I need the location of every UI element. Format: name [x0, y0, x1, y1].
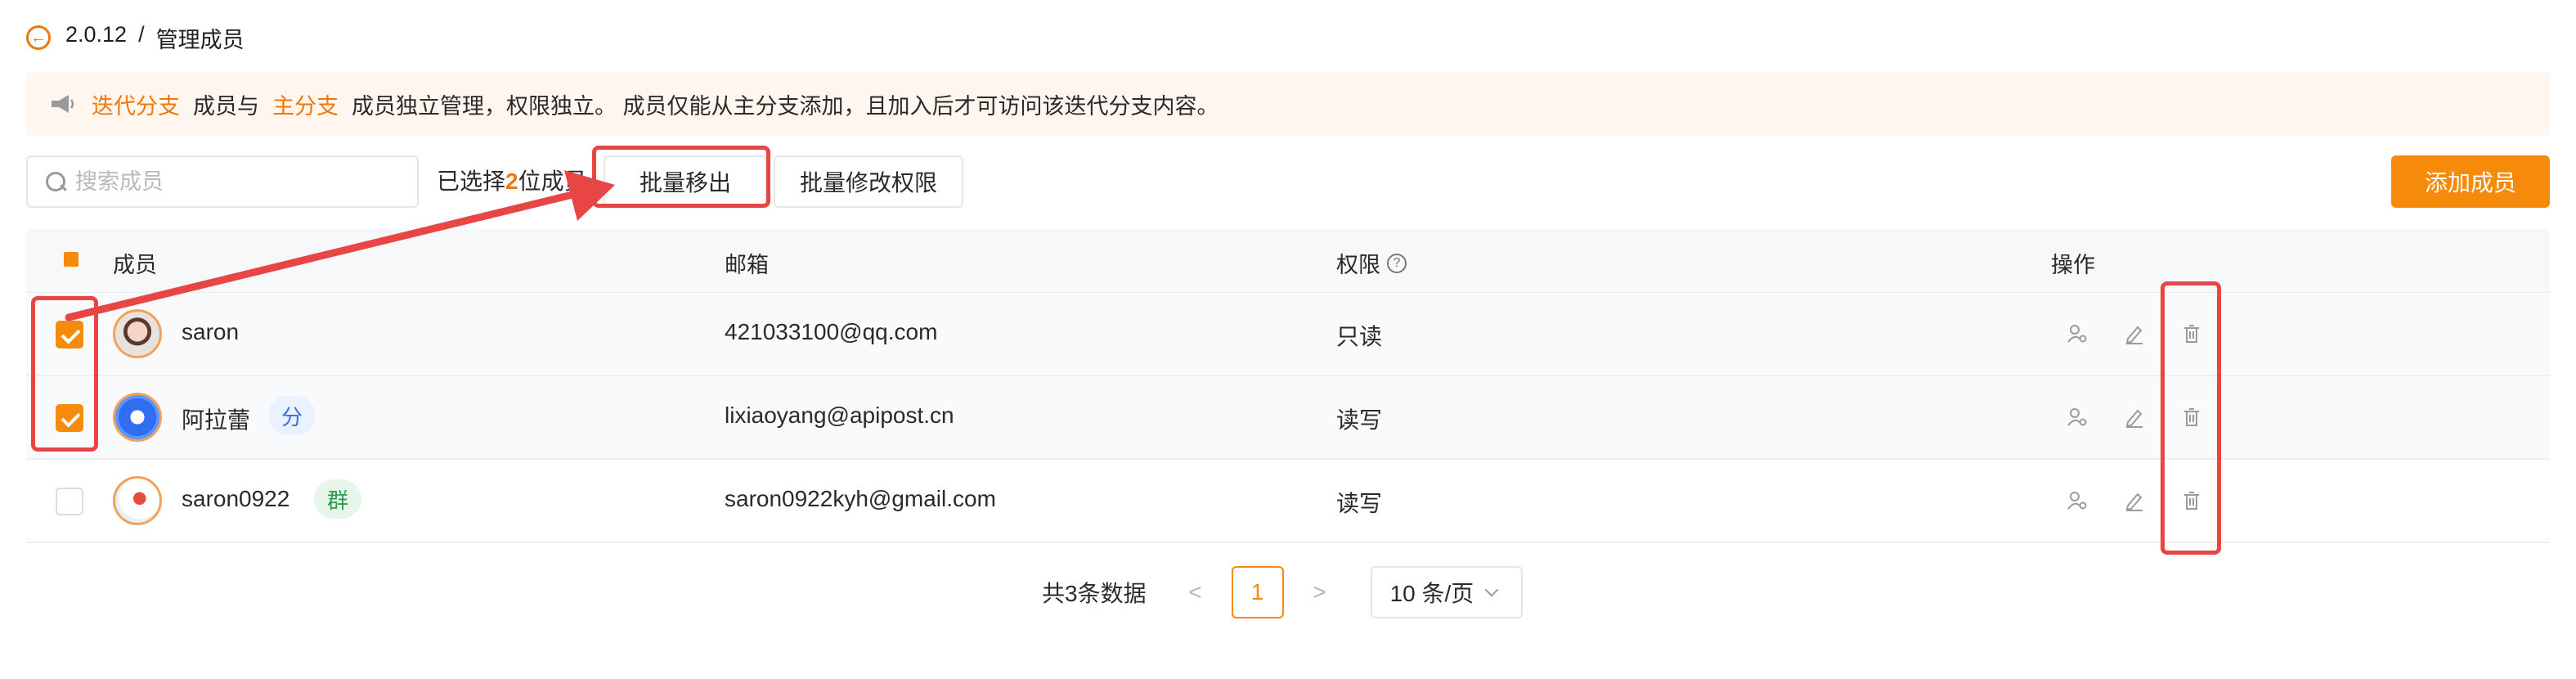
user-settings-icon[interactable] — [2066, 322, 2089, 345]
column-member: 成员 — [113, 253, 157, 277]
edit-icon[interactable] — [2123, 489, 2146, 512]
annotation-highlight-checkboxes — [31, 296, 98, 452]
member-email: lixiaoyang@apipost.cn — [725, 402, 954, 428]
edit-icon[interactable] — [2123, 322, 2146, 345]
total-count: 共3条数据 — [1042, 581, 1147, 606]
user-settings-icon[interactable] — [2066, 406, 2089, 429]
user-settings-icon[interactable] — [2066, 489, 2089, 512]
member-name: saron — [182, 319, 240, 344]
next-page-button[interactable]: > — [1302, 579, 1338, 605]
member-name: 阿拉蕾 — [182, 407, 251, 433]
notice-banner: 迭代分支 成员与 主分支 成员独立管理，权限独立。 成员仅能从主分支添加，且加入… — [26, 72, 2550, 136]
annotation-highlight-remove — [592, 146, 770, 208]
selection-prefix: 已选择 — [437, 169, 506, 194]
chevron-down-icon — [1484, 582, 1499, 597]
pagination: 共3条数据 < 1 > 10 条/页 — [1042, 566, 1523, 618]
notice-text-2: 成员独立管理，权限独立。 成员仅能从主分支添加，且加入后才可访问该迭代分支内容。 — [352, 93, 1219, 119]
member-permission: 读写 — [1336, 407, 1383, 433]
page-size-select[interactable]: 10 条/页 — [1370, 566, 1523, 618]
column-permission-label: 权限 — [1336, 253, 1380, 277]
select-all-checkbox[interactable] — [64, 252, 79, 267]
breadcrumb-separator: / — [138, 21, 145, 47]
breadcrumb: 2.0.12 / 管理成员 — [65, 22, 245, 54]
column-actions: 操作 — [2051, 253, 2095, 277]
group-tag: 群 — [314, 479, 362, 519]
notice-highlight-main-branch: 主分支 — [272, 93, 339, 119]
branch-tag: 分 — [268, 396, 316, 435]
prev-page-button[interactable]: < — [1178, 579, 1214, 605]
selection-summary: 已选择 2 位成员 — [437, 164, 587, 196]
member-email: saron0922kyh@gmail.com — [725, 486, 996, 511]
version-label: 2.0.12 — [65, 21, 128, 47]
page-size-value: 10 条/页 — [1389, 581, 1474, 606]
search-box[interactable] — [26, 155, 419, 208]
page-number-current[interactable]: 1 — [1231, 566, 1284, 618]
megaphone-icon — [52, 95, 74, 113]
member-permission: 读写 — [1336, 491, 1383, 516]
search-input[interactable] — [75, 169, 402, 195]
edit-icon[interactable] — [2123, 406, 2146, 429]
selection-suffix: 位成员 — [518, 169, 587, 194]
add-member-button[interactable]: 添加成员 — [2391, 155, 2550, 208]
member-email: 421033100@qq.com — [725, 319, 938, 344]
selection-count: 2 — [505, 169, 518, 194]
avatar — [113, 393, 162, 442]
search-icon — [44, 170, 67, 193]
bulk-edit-permission-button[interactable]: 批量修改权限 — [774, 155, 963, 208]
help-icon[interactable]: ? — [1387, 253, 1407, 273]
page-title: 管理成员 — [155, 27, 245, 52]
member-name: saron0922 — [182, 486, 290, 511]
notice-highlight-iteration-branch: 迭代分支 — [92, 93, 180, 119]
column-email: 邮箱 — [725, 253, 769, 277]
back-arrow-icon[interactable]: ← — [26, 25, 51, 50]
row-checkbox[interactable] — [56, 488, 83, 515]
page-header: ← 2.0.12 / 管理成员 — [26, 20, 245, 56]
avatar — [113, 476, 162, 525]
column-permission: 权限 ? — [1336, 247, 1407, 279]
avatar — [113, 309, 162, 358]
notice-text-1: 成员与 — [193, 93, 259, 119]
annotation-highlight-delete-column — [2161, 281, 2221, 555]
member-permission: 只读 — [1336, 324, 1383, 349]
